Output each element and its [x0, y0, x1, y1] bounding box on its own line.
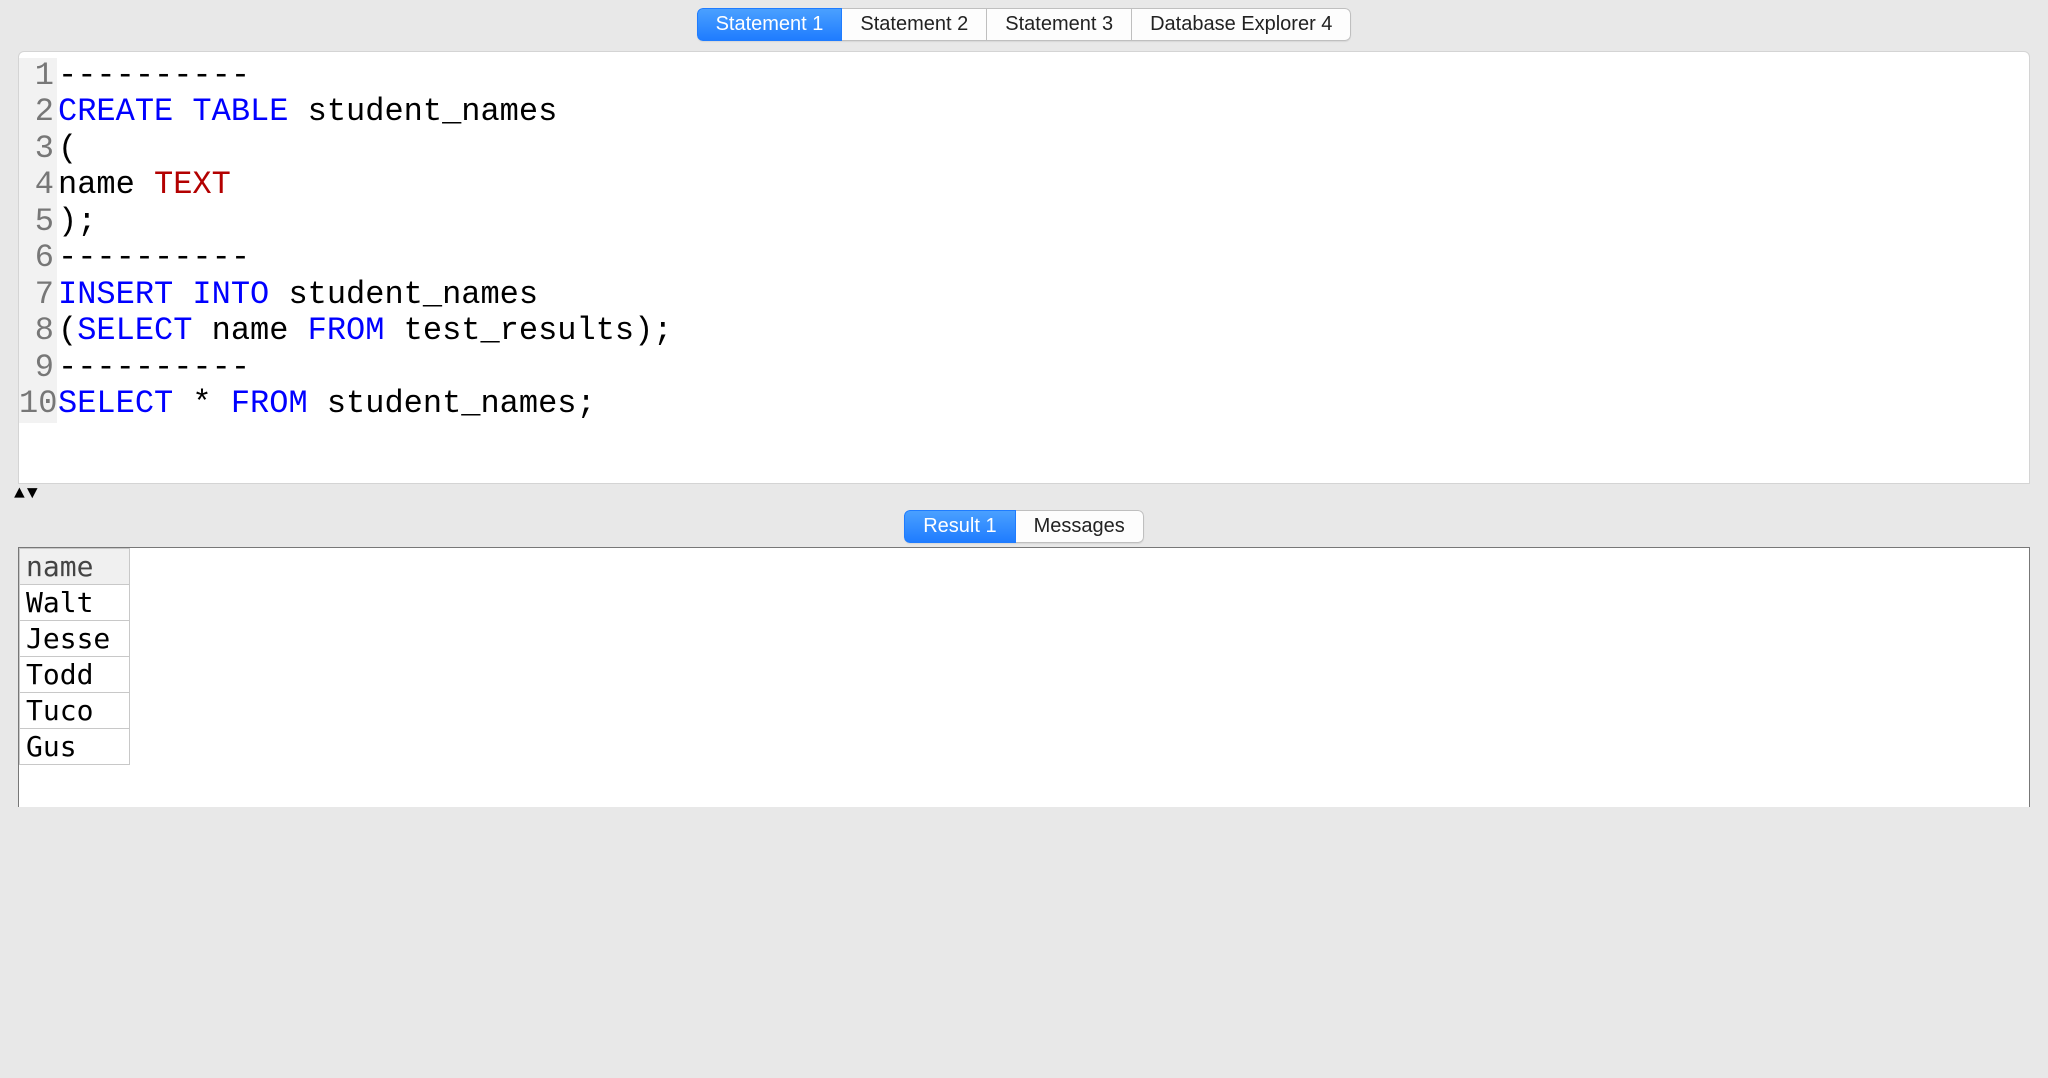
code-content[interactable]: INSERT INTO student_names: [57, 277, 538, 313]
line-number: 6: [19, 240, 57, 276]
code-content[interactable]: CREATE TABLE student_names: [57, 94, 557, 130]
code-content[interactable]: (SELECT name FROM test_results);: [57, 313, 673, 349]
code-content[interactable]: ----------: [57, 58, 250, 94]
table-cell: Todd: [20, 656, 130, 692]
line-number: 1: [19, 58, 57, 94]
code-content[interactable]: (: [57, 131, 77, 167]
editor-line: 4name TEXT: [19, 167, 2029, 203]
table-cell: Walt: [20, 584, 130, 620]
tab-statement-1[interactable]: Statement 1: [697, 8, 843, 41]
editor-line: 6----------: [19, 240, 2029, 276]
code-content[interactable]: );: [57, 204, 96, 240]
code-content[interactable]: ----------: [57, 350, 250, 386]
code-content[interactable]: name TEXT: [57, 167, 231, 203]
bottom-tab-strip: Result 1 Messages: [0, 504, 2048, 547]
split-down-icon: ▼: [27, 484, 38, 504]
column-header[interactable]: name: [20, 548, 130, 584]
editor-line: 10SELECT * FROM student_names;: [19, 386, 2029, 422]
tab-messages[interactable]: Messages: [1016, 510, 1144, 543]
table-row[interactable]: Todd: [20, 656, 130, 692]
line-number: 9: [19, 350, 57, 386]
table-row[interactable]: Tuco: [20, 692, 130, 728]
editor-line: 7INSERT INTO student_names: [19, 277, 2029, 313]
table-row[interactable]: Gus: [20, 728, 130, 764]
code-content[interactable]: ----------: [57, 240, 250, 276]
sql-editor[interactable]: 1----------2CREATE TABLE student_names3(…: [19, 52, 2029, 483]
tab-database-explorer-4[interactable]: Database Explorer 4: [1132, 8, 1351, 41]
result-table[interactable]: nameWaltJesseToddTucoGus: [19, 548, 130, 765]
line-number: 4: [19, 167, 57, 203]
editor-line: 2CREATE TABLE student_names: [19, 94, 2029, 130]
top-segmented-control: Statement 1 Statement 2 Statement 3 Data…: [697, 8, 1352, 41]
editor-line: 5);: [19, 204, 2029, 240]
split-up-icon: ▲: [14, 484, 25, 504]
line-number: 10: [19, 386, 57, 422]
tab-statement-2[interactable]: Statement 2: [842, 8, 987, 41]
line-number: 7: [19, 277, 57, 313]
bottom-segmented-control: Result 1 Messages: [904, 510, 1144, 543]
editor-line: 9----------: [19, 350, 2029, 386]
table-cell: Jesse: [20, 620, 130, 656]
table-cell: Gus: [20, 728, 130, 764]
top-tab-strip: Statement 1 Statement 2 Statement 3 Data…: [0, 0, 2048, 45]
code-content[interactable]: SELECT * FROM student_names;: [57, 386, 596, 422]
editor-line: 1----------: [19, 58, 2029, 94]
result-panel: nameWaltJesseToddTucoGus: [18, 547, 2030, 807]
line-number: 8: [19, 313, 57, 349]
editor-line: 3(: [19, 131, 2029, 167]
line-number: 2: [19, 94, 57, 130]
editor-line: 8(SELECT name FROM test_results);: [19, 313, 2029, 349]
sql-editor-panel: 1----------2CREATE TABLE student_names3(…: [18, 51, 2030, 484]
line-number: 3: [19, 131, 57, 167]
line-number: 5: [19, 204, 57, 240]
tab-result-1[interactable]: Result 1: [904, 510, 1015, 543]
table-row[interactable]: Jesse: [20, 620, 130, 656]
tab-statement-3[interactable]: Statement 3: [987, 8, 1132, 41]
table-row[interactable]: Walt: [20, 584, 130, 620]
split-handle[interactable]: ▲ ▼: [0, 484, 2048, 504]
table-cell: Tuco: [20, 692, 130, 728]
